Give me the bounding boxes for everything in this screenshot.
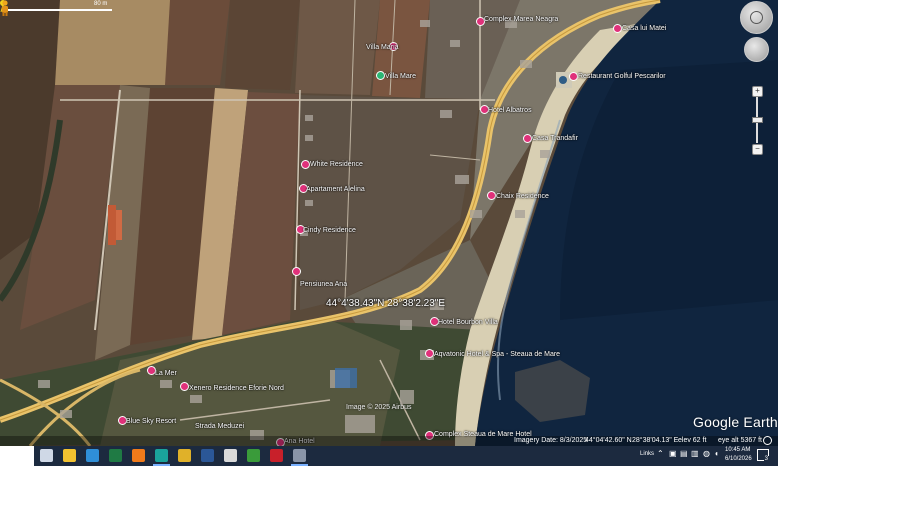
place-pin-icon[interactable] bbox=[376, 71, 385, 80]
look-joystick-icon[interactable] bbox=[740, 1, 773, 34]
zoom-out-button[interactable]: − bbox=[752, 144, 763, 155]
place-pin-icon[interactable] bbox=[425, 349, 434, 358]
zoom-thumb[interactable] bbox=[752, 117, 763, 123]
place-label[interactable]: White Residence bbox=[310, 161, 363, 168]
imagery-date: Imagery Date: 8/3/2025 bbox=[514, 437, 588, 444]
google-earth-icon[interactable] bbox=[293, 449, 306, 462]
taskbar-search-box[interactable] bbox=[0, 446, 34, 466]
place-pin-icon[interactable] bbox=[301, 160, 310, 169]
task-view-icon[interactable] bbox=[40, 449, 53, 462]
place-label[interactable]: Cindy Residence bbox=[303, 227, 356, 234]
scale-bar: 80 m bbox=[2, 1, 112, 12]
place-label[interactable]: La Mer bbox=[155, 370, 177, 377]
show-hidden-icons-icon[interactable]: ⌃ bbox=[657, 449, 664, 458]
road-label: Strada Meduzei bbox=[195, 423, 245, 430]
acrobat-icon[interactable] bbox=[224, 449, 237, 462]
placemark-label[interactable]: 44°4'38.43"N 28°38'2.23"E bbox=[326, 298, 445, 309]
google-earth-window: 80 m Complex Marea Neagra Villa Maria Vi… bbox=[0, 0, 778, 466]
satellite-map[interactable]: 80 m Complex Marea Neagra Villa Maria Vi… bbox=[0, 0, 778, 446]
volume-icon[interactable]: ◖ bbox=[714, 449, 719, 458]
elevation-readout: elev 62 ft bbox=[678, 437, 707, 444]
edge-icon[interactable] bbox=[86, 449, 99, 462]
place-pin-icon[interactable] bbox=[292, 267, 301, 276]
active-app-indicator bbox=[153, 464, 170, 466]
place-label[interactable]: Restaurant Golful Pescarilor bbox=[578, 73, 666, 80]
tray-app-icon[interactable]: ▣ bbox=[669, 449, 677, 458]
tray-app-icon[interactable]: ▤ bbox=[680, 449, 688, 458]
place-label[interactable]: Casa lui Matei bbox=[622, 25, 666, 32]
satellite-imagery bbox=[0, 0, 778, 446]
links-toolbar-label[interactable]: Links bbox=[640, 451, 654, 457]
latitude-readout: 44°04'42.60" N bbox=[585, 437, 632, 444]
street-view-pegman-icon[interactable] bbox=[0, 0, 10, 16]
clock-time[interactable]: 10:45 AM bbox=[725, 447, 750, 453]
file-explorer-icon[interactable] bbox=[63, 449, 76, 462]
publisher-icon[interactable] bbox=[155, 449, 168, 462]
place-label[interactable]: Villa Maria bbox=[366, 44, 399, 51]
google-earth-logo: Google Earth bbox=[693, 414, 778, 430]
place-pin-icon[interactable] bbox=[613, 24, 622, 33]
zoom-in-button[interactable]: + bbox=[752, 86, 763, 97]
place-label[interactable]: Xenero Residence Eforie Nord bbox=[189, 385, 284, 392]
place-label[interactable]: Aqvatonic Hotel & Spa - Steaua de Mare bbox=[434, 351, 560, 358]
place-label[interactable]: Hotel Bourbon Villa bbox=[438, 319, 498, 326]
move-joystick-icon[interactable] bbox=[744, 37, 769, 62]
place-label[interactable]: Blue Sky Resort bbox=[126, 418, 176, 425]
place-pin-icon[interactable] bbox=[569, 72, 578, 81]
place-pin-icon[interactable] bbox=[180, 382, 189, 391]
streaming-indicator-icon bbox=[763, 436, 772, 445]
chrome-icon[interactable] bbox=[178, 449, 191, 462]
place-pin-icon[interactable] bbox=[523, 134, 532, 143]
word-icon[interactable] bbox=[201, 449, 214, 462]
plant-app-icon[interactable] bbox=[247, 449, 260, 462]
eye-altitude-readout: eye alt 5367 ft bbox=[718, 437, 762, 444]
place-label[interactable]: Complex Marea Neagra bbox=[484, 16, 558, 23]
scale-label: 80 m bbox=[94, 1, 108, 7]
zoom-slider[interactable]: + − bbox=[751, 86, 763, 155]
longitude-readout: 28°38'04.13" E bbox=[632, 437, 679, 444]
clock-date[interactable]: 6/10/2026 bbox=[725, 456, 752, 462]
tray-app-icon[interactable]: ▥ bbox=[691, 449, 699, 458]
network-icon[interactable]: ◍ bbox=[703, 449, 710, 458]
place-label[interactable]: Chaix Residence bbox=[496, 193, 549, 200]
place-pin-icon[interactable] bbox=[487, 191, 496, 200]
active-app-indicator bbox=[291, 464, 308, 466]
place-label[interactable]: Apartament Alelina bbox=[306, 186, 365, 193]
place-label[interactable]: Hotel Albatros bbox=[488, 107, 532, 114]
acrobat-reader-icon[interactable] bbox=[270, 449, 283, 462]
notifications-icon[interactable]: 3 bbox=[757, 449, 769, 462]
imagery-credit: Image © 2025 Airbus bbox=[346, 404, 412, 411]
map-status-bar: Imagery Date: 8/3/2025 44°04'42.60" N 28… bbox=[0, 436, 778, 446]
place-label[interactable]: Casa Trandafir bbox=[532, 135, 578, 142]
notification-count: 3 bbox=[763, 456, 769, 462]
place-label[interactable]: Pensiunea Ana bbox=[300, 281, 347, 288]
place-label[interactable]: Villa Mare bbox=[385, 73, 416, 80]
firefox-icon[interactable] bbox=[132, 449, 145, 462]
excel-icon[interactable] bbox=[109, 449, 122, 462]
